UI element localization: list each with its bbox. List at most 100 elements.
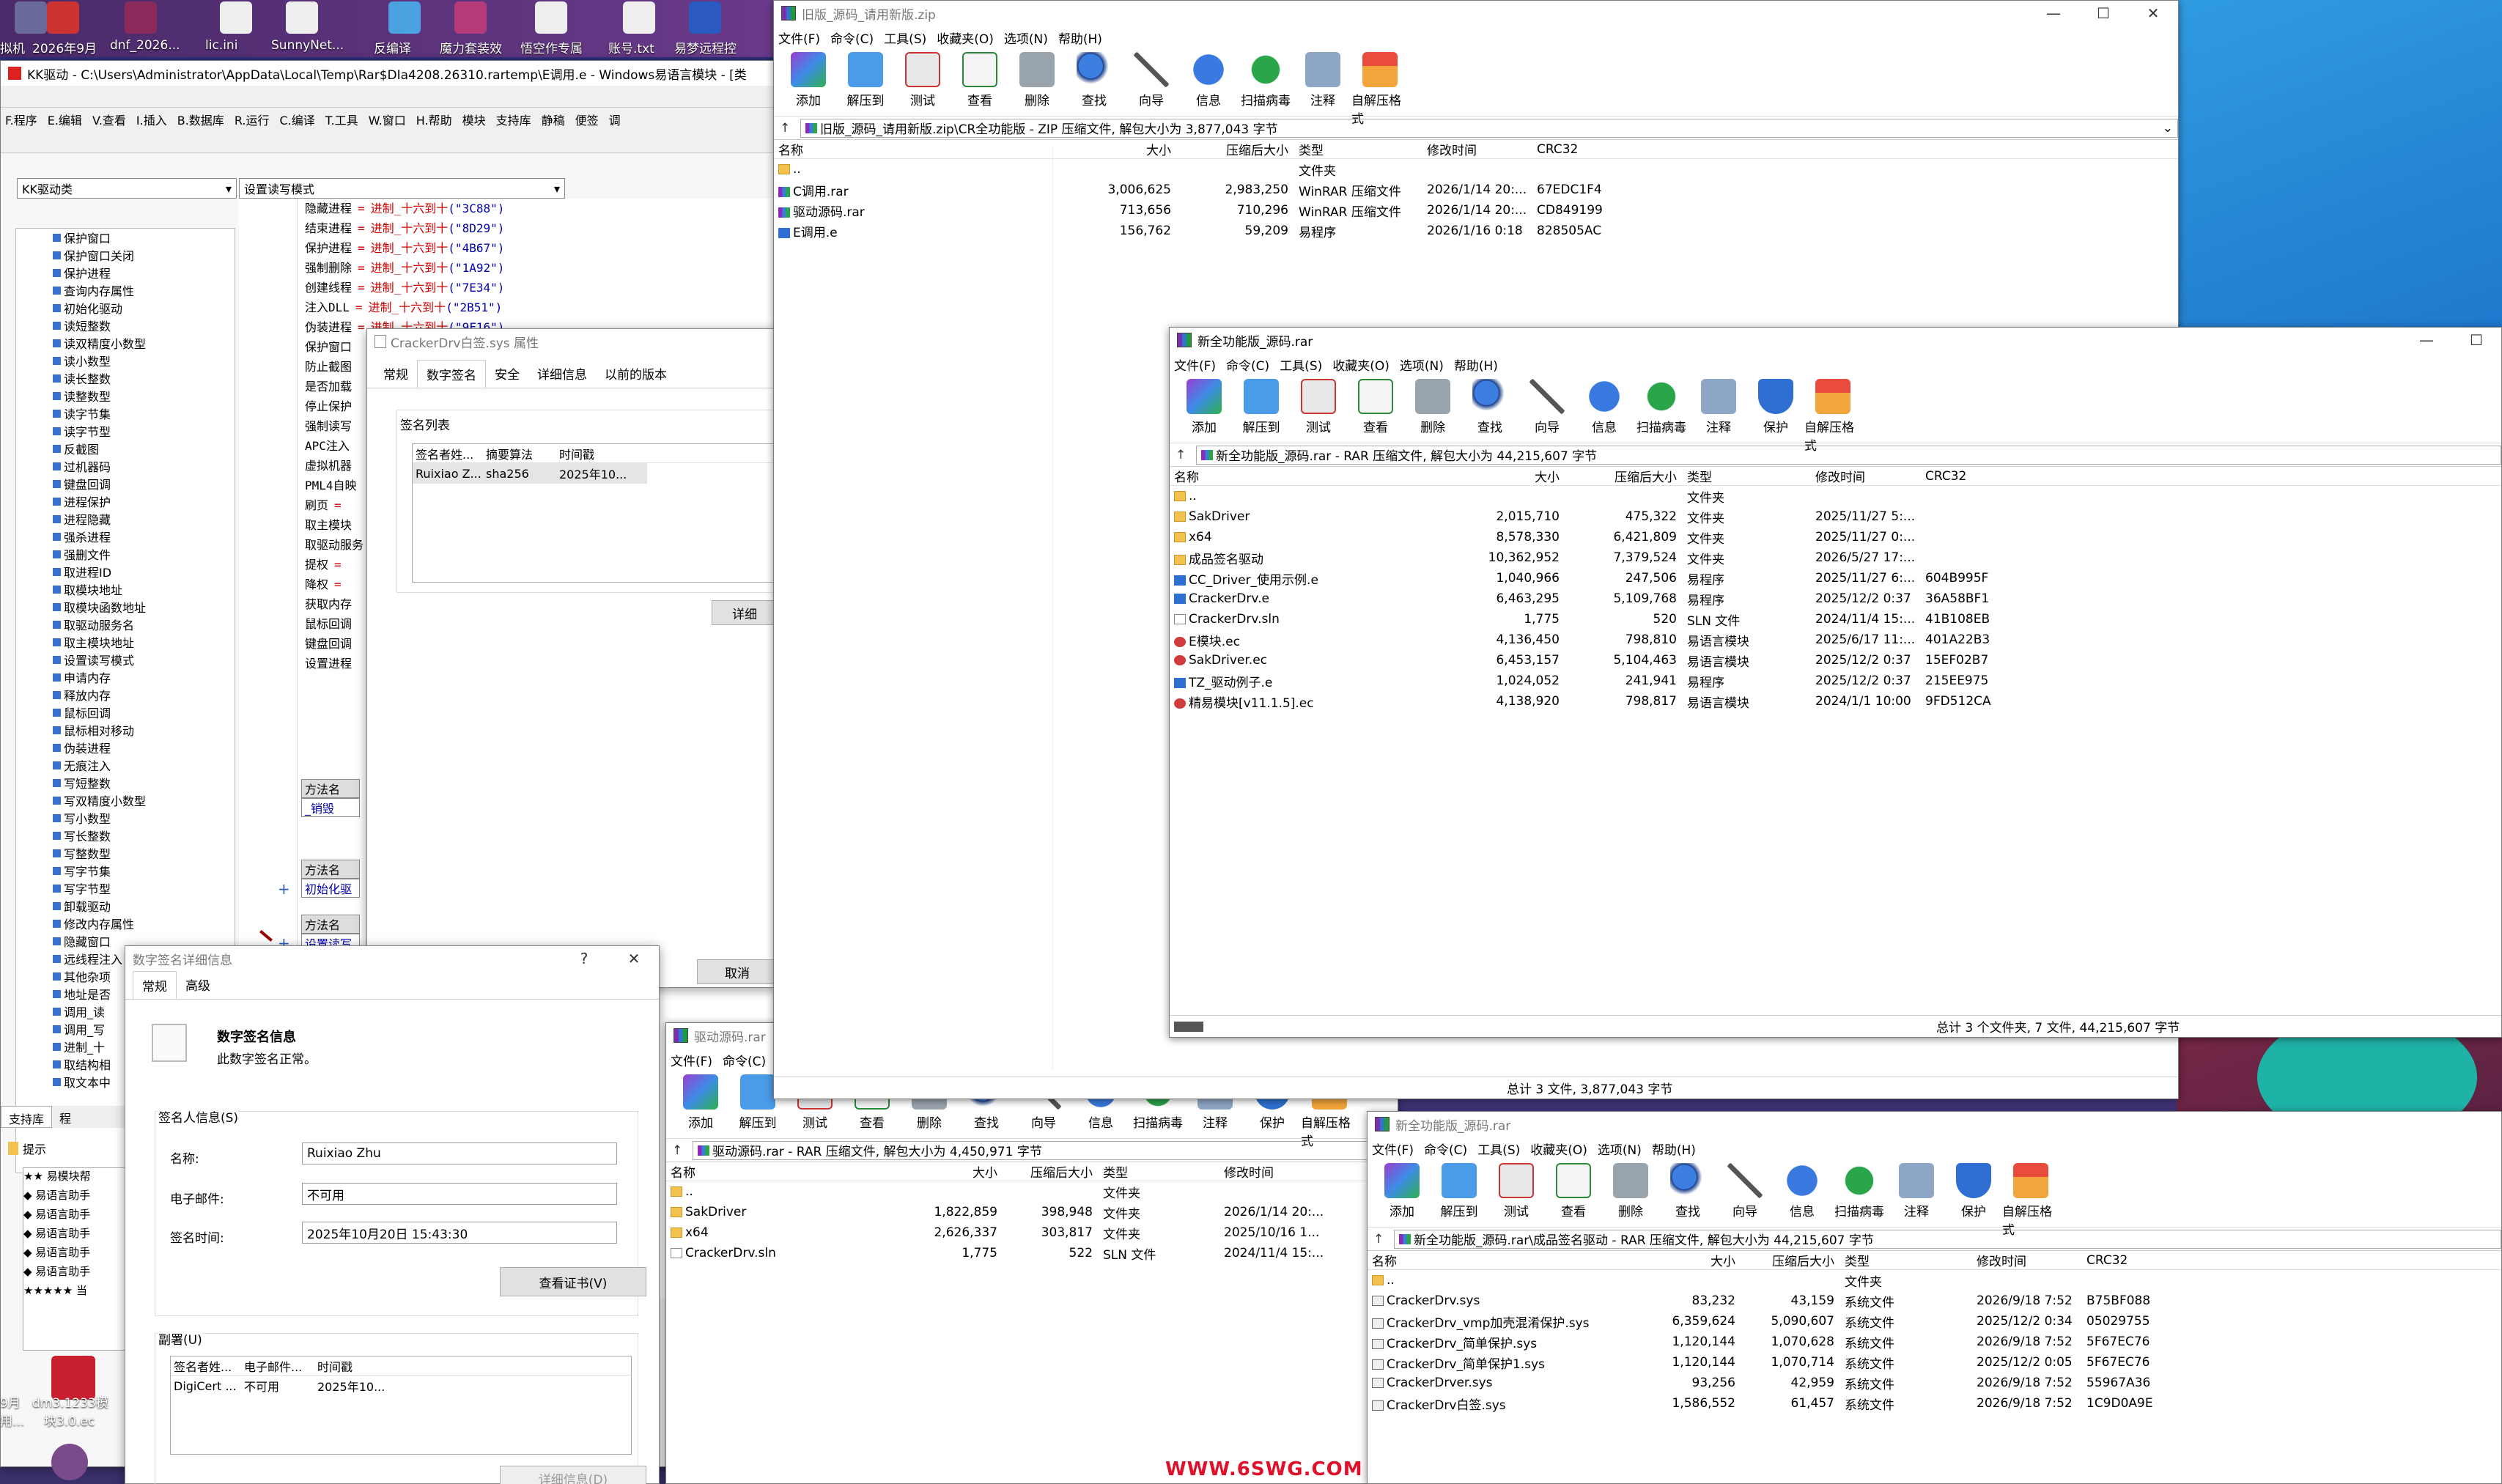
toolbar-button[interactable]: 扫描病毒 [1831, 1163, 1888, 1219]
ide-tree-item[interactable]: 设置读写模式 [53, 651, 235, 668]
rar-main-titlebar[interactable]: 旧版_源码_请用新版.zip — ☐ ✕ [774, 1, 2178, 26]
menu-item[interactable]: 命令(C) [1226, 355, 1269, 374]
email-field[interactable]: 不可用 [302, 1183, 617, 1205]
toolbar-button[interactable]: 解压到 [1431, 1163, 1488, 1219]
ide-tree-item[interactable]: 进程隐藏 [53, 510, 235, 528]
signing-time-field[interactable]: 2025年10月20日 15:43:30 [302, 1222, 617, 1244]
file-row[interactable]: CrackerDrver.sys 93,256 42,959 系统文件 2026/9/1… [1368, 1373, 2501, 1393]
ide-tree-item[interactable]: 写字节型 [53, 879, 235, 897]
ide-tree-item[interactable]: 取驱动服务名 [53, 616, 235, 633]
column-header[interactable]: 修改时间 [1972, 1251, 2082, 1269]
method-box-value[interactable]: _销毁 [301, 798, 360, 817]
column-header[interactable]: CRC32 [1532, 142, 1620, 157]
file-row[interactable]: TZ_驱动例子.e 1,024,052 241,941 易程序 2025/12/2 0:… [1170, 671, 2501, 691]
ide-tree-item[interactable]: 写整数型 [53, 844, 235, 862]
properties-tab[interactable]: 常规 [374, 360, 417, 388]
file-row[interactable]: 精易模块[v11.1.5].ec 4,138,920 798,817 易语言模块 202… [1170, 691, 2501, 712]
properties-titlebar[interactable]: CrackerDrv白签.sys 属性 [367, 329, 776, 354]
col-digest[interactable]: 摘要算法 [486, 445, 559, 462]
ide-menu-item[interactable]: I.插入 [136, 111, 167, 128]
ide-menu-item[interactable]: V.查看 [92, 111, 126, 128]
column-header[interactable]: 名称 [1368, 1251, 1646, 1269]
toolbar-button[interactable]: 解压到 [1233, 379, 1290, 435]
ide-menu-item[interactable]: 支持库 [496, 111, 531, 128]
column-header[interactable]: 大小 [923, 1162, 1003, 1181]
file-row[interactable]: .. 文件夹 [666, 1181, 1398, 1202]
file-row[interactable]: .. 文件夹 [1170, 486, 2501, 506]
toolbar-button[interactable]: 添加 [780, 52, 837, 108]
toolbar-button[interactable]: 向导 [1716, 1163, 1774, 1219]
toolbar-button[interactable]: 查看 [951, 52, 1008, 108]
column-header[interactable]: 类型 [1840, 1251, 1972, 1269]
rar-driver-path[interactable]: 驱动源码.rar - RAR 压缩文件, 解包大小为 4,450,971 字节 [693, 1140, 1398, 1160]
hint-line[interactable]: ◆ 易语言助手 [23, 1263, 132, 1282]
file-row[interactable]: CC_Driver_使用示例.e 1,040,966 247,506 易程序 2025/… [1170, 568, 2501, 588]
file-row[interactable]: SakDriver.ec 6,453,157 5,104,463 易语言模块 2025/… [1170, 650, 2501, 671]
column-header[interactable]: 修改时间 [1811, 467, 1921, 485]
close-icon[interactable]: ✕ [609, 950, 659, 967]
ide-tree-item[interactable]: 取主模块地址 [53, 633, 235, 651]
menu-item[interactable]: 选项(N) [1004, 29, 1048, 47]
ide-tree-item[interactable]: 读短整数 [53, 317, 235, 334]
col-timestamp[interactable]: 时间戳 [317, 1357, 405, 1375]
tab-general[interactable]: 常规 [133, 971, 177, 999]
menu-item[interactable]: 选项(N) [1400, 355, 1444, 374]
ide-menu-item[interactable]: 调 [609, 111, 621, 128]
menu-item[interactable]: 文件(F) [778, 29, 820, 47]
toolbar-button[interactable]: 注释 [1294, 52, 1351, 108]
toolbar-button[interactable]: 扫描病毒 [1237, 52, 1294, 108]
file-row[interactable]: CrackerDrv.sys 83,232 43,159 系统文件 2026/9/18 … [1368, 1291, 2501, 1311]
up-arrow-icon[interactable]: ↑ [780, 121, 800, 136]
toolbar-button[interactable]: 添加 [1176, 379, 1233, 435]
ide-tree-item[interactable]: 保护窗口关闭 [53, 246, 235, 264]
ide-tree-item[interactable]: 申请内存 [53, 668, 235, 686]
ide-tree-item[interactable]: 查询内存属性 [53, 281, 235, 299]
toolbar-button[interactable]: 自解压格式 [1351, 52, 1409, 127]
toolbar-button[interactable]: 添加 [672, 1074, 729, 1131]
rar-main-path[interactable]: 旧版_源码_请用新版.zip\CR全功能版 - ZIP 压缩文件, 解包大小为 … [800, 118, 2178, 138]
ide-menu-item[interactable]: R.运行 [235, 111, 270, 128]
ide-tree-item[interactable]: 无痕注入 [53, 756, 235, 774]
tab-advanced[interactable]: 高级 [177, 971, 219, 999]
desktop-icon[interactable] [125, 1, 157, 34]
col-timestamp[interactable]: 时间戳 [559, 445, 647, 462]
file-row[interactable]: E调用.e 156,762 59,209 易程序 2026/1/16 0:18 82850… [774, 221, 2178, 241]
ide-tree-item[interactable]: 写小数型 [53, 809, 235, 827]
ide-tree-item[interactable]: 保护窗口 [53, 229, 235, 246]
desktop-icon[interactable] [286, 1, 318, 34]
menu-item[interactable]: 文件(F) [1372, 1140, 1414, 1158]
ide-tree-item[interactable]: 读双精度小数型 [53, 334, 235, 352]
ide-tree-item[interactable]: 取模块函数地址 [53, 598, 235, 616]
column-header[interactable]: 压缩后大小 [1741, 1251, 1840, 1269]
ide-class-combo[interactable]: KK驱动类 ▾ [17, 178, 237, 199]
desktop-icon[interactable] [15, 1, 47, 34]
view-certificate-button[interactable]: 查看证书(V) [500, 1267, 646, 1296]
properties-tab[interactable]: 以前的版本 [596, 360, 676, 388]
toolbar-button[interactable]: 信息 [1774, 1163, 1831, 1219]
minimize-icon[interactable]: — [2402, 331, 2451, 349]
desktop-icon-bottom[interactable] [51, 1444, 88, 1480]
tab-program[interactable]: 程 [52, 1106, 78, 1128]
toolbar-button[interactable]: 测试 [1290, 379, 1347, 435]
toolbar-button[interactable]: 保护 [1945, 1163, 2002, 1219]
toolbar-button[interactable]: 扫描病毒 [1633, 379, 1690, 435]
countersignature-row[interactable]: DigiCert ... 不可用 2025年10... [171, 1376, 631, 1396]
toolbar-button[interactable]: 保护 [1747, 379, 1804, 435]
ide-menu-item[interactable]: C.编译 [279, 111, 314, 128]
file-row[interactable]: CrackerDrv白签.sys 1,586,552 61,457 系统文件 2026/… [1368, 1393, 2501, 1414]
menu-item[interactable]: 工具(S) [1477, 1140, 1520, 1158]
column-header[interactable]: 类型 [1099, 1162, 1219, 1181]
column-header[interactable]: 名称 [774, 140, 1052, 158]
menu-item[interactable]: 收藏夹(O) [1530, 1140, 1587, 1158]
toolbar-button[interactable]: 解压到 [837, 52, 894, 108]
column-header[interactable]: 压缩后大小 [1003, 1162, 1099, 1181]
help-icon[interactable]: ? [559, 950, 609, 967]
column-header[interactable]: 名称 [666, 1162, 923, 1181]
file-row[interactable]: 成品签名驱动 10,362,952 7,379,524 文件夹 2026/5/27 17… [1170, 547, 2501, 568]
menu-item[interactable]: 帮助(H) [1454, 355, 1498, 374]
rar-new-titlebar[interactable]: 新全功能版_源码.rar — ☐ [1170, 328, 2501, 352]
file-row[interactable]: C调用.rar 3,006,625 2,983,250 WinRAR 压缩文件 2026… [774, 180, 2178, 200]
ide-tree-item[interactable]: 键盘回调 [53, 475, 235, 492]
ide-method-combo[interactable]: 设置读写模式 ▾ [239, 178, 565, 199]
col-signer[interactable]: 签名者姓... [413, 445, 486, 462]
